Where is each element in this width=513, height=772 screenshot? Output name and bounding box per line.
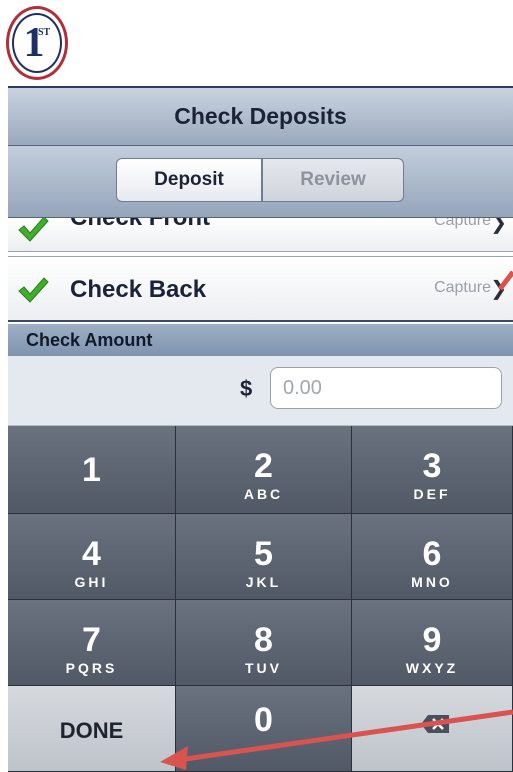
section-title: Check Amount [26,329,153,350]
key-5[interactable]: 5 JKL [176,514,352,600]
key-digit: 8 [254,621,273,659]
backspace-button[interactable] [352,686,513,772]
key-letters: GHI [74,574,109,590]
numeric-keypad: 1 2 ABC 3 DEF 4 GHI 5 JKL 6 MNO 7 PQRS 8… [8,426,513,772]
list-item-label: Check Front [70,218,210,232]
key-8[interactable]: 8 TUV [176,600,352,686]
checkmark-icon [18,277,49,303]
done-button[interactable]: DONE [8,686,176,772]
key-digit: 4 [82,535,101,573]
capture-label: Capture [434,218,491,229]
key-digit: 7 [82,621,101,659]
amount-input[interactable] [270,367,502,409]
tab-deposit[interactable]: Deposit [116,158,262,202]
key-digit: 5 [254,535,273,573]
key-3[interactable]: 3 DEF [352,426,513,514]
backspace-icon [421,715,449,733]
key-digit: 2 [254,447,273,485]
section-header-check-amount: Check Amount [8,324,513,356]
done-label: DONE [59,718,124,743]
list-item-label: Check Back [70,276,207,303]
key-digit: 6 [422,535,442,573]
key-letters: ABC [243,486,284,502]
list-item-check-front[interactable]: Check Front Capture ❯ [8,218,513,252]
navigation-bar: Check Deposits [8,86,513,146]
logo-superscript: ST [38,27,51,38]
key-digit: 0 [254,701,273,739]
key-1[interactable]: 1 [8,426,176,514]
currency-symbol: $ [240,376,253,401]
key-0[interactable]: 0 [176,686,352,772]
checkmark-icon [18,218,49,242]
key-letters: DEF [413,486,451,502]
key-digit: 1 [82,451,101,489]
key-6[interactable]: 6 MNO [352,514,513,600]
page-title: Check Deposits [174,103,347,129]
key-letters: JKL [245,574,282,590]
chevron-right-icon: ❯ [490,218,507,234]
key-digit: 3 [422,447,442,485]
key-2[interactable]: 2 ABC [176,426,352,514]
bank-logo-inner: 1 ST [12,13,62,73]
segmented-control-bar: Deposit Review [8,146,513,218]
logo-bar: 1 ST [0,0,513,86]
key-letters: TUV [245,660,282,676]
key-letters: PQRS [65,660,118,676]
key-letters: WXYZ [405,660,459,676]
chevron-right-icon: ❯ [490,278,507,300]
tab-review[interactable]: Review [262,158,404,202]
bank-logo: 1 ST [6,6,68,80]
key-letters: MNO [411,574,453,590]
key-7[interactable]: 7 PQRS [8,600,176,686]
capture-label: Capture [434,279,491,296]
key-4[interactable]: 4 GHI [8,514,176,600]
key-9[interactable]: 9 WXYZ [352,600,513,686]
list-item-check-back[interactable]: Check Back Capture ❯ [8,256,513,322]
key-digit: 9 [422,621,442,659]
amount-row: $ [8,356,513,426]
